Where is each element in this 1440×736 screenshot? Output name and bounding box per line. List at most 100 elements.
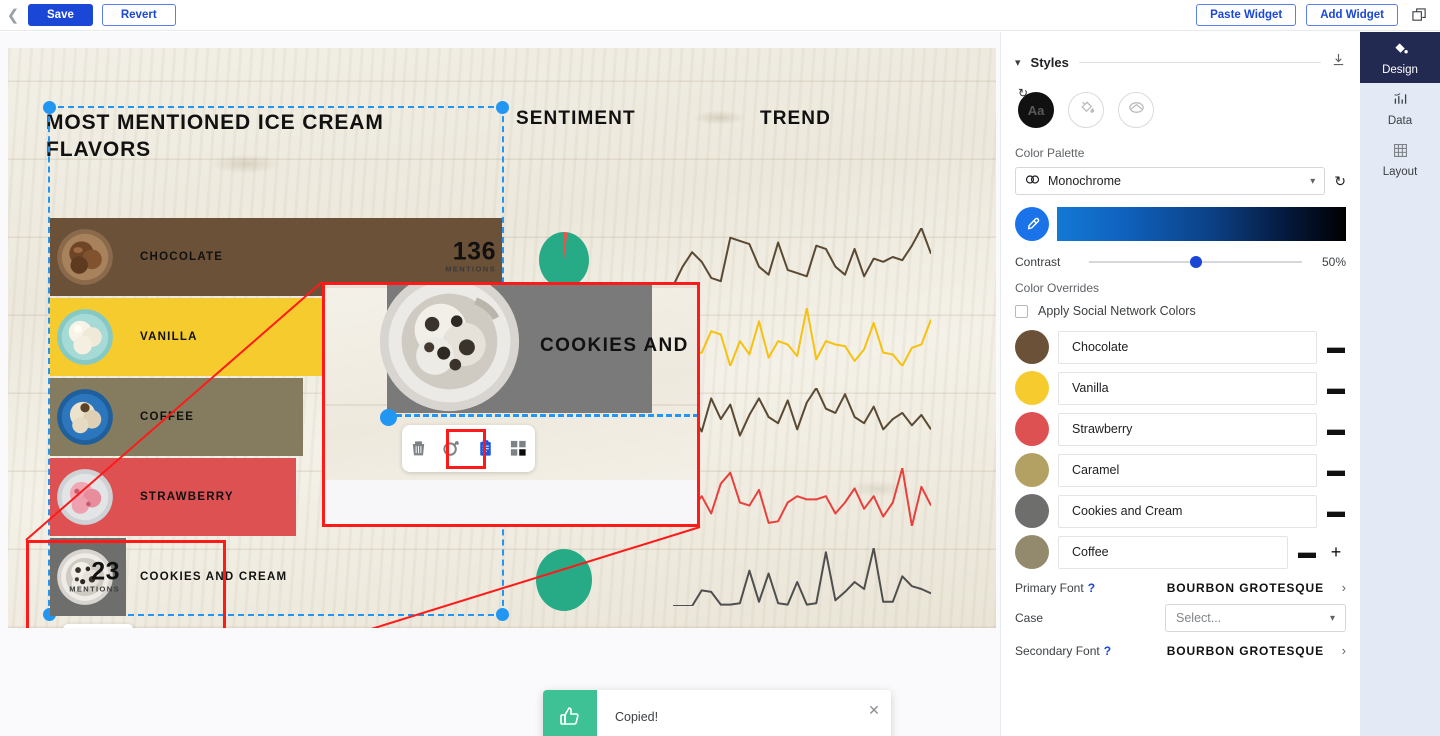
help-icon[interactable]: ? [1088,581,1095,595]
rail-tab-layout[interactable]: Layout [1360,134,1440,185]
color-overrides-label: Color Overrides [1015,281,1100,295]
color-override-input[interactable]: Strawberry [1058,412,1317,446]
minus-icon[interactable]: ▬ [1326,420,1346,438]
flavor-thumbnail [56,308,114,366]
layout-swap-icon[interactable] [505,436,531,462]
flavor-thumbnail [56,228,114,286]
apply-social-colors-checkbox[interactable] [1015,304,1028,318]
sentiment-pie [539,232,589,288]
minus-icon[interactable]: ▬ [1326,379,1346,397]
color-override-row: Caramel ▬ [1015,453,1346,487]
color-override-input[interactable]: Coffee [1058,535,1288,569]
gradient-preview-bar[interactable] [1057,207,1346,241]
style-tab-color[interactable] [1068,92,1104,128]
contrast-slider[interactable] [1089,256,1302,268]
minus-icon[interactable]: ▬ [1297,543,1317,561]
contrast-value: 50% [1321,255,1346,269]
contrast-slider-knob[interactable] [1189,256,1202,268]
trash-icon[interactable] [406,436,432,462]
right-rail: Design Data Layout [1360,32,1440,736]
style-tab-group: ↻ Aa [1018,86,1346,128]
style-tab-background[interactable] [1118,92,1154,128]
rail-tab-design[interactable]: Design [1360,32,1440,83]
case-select[interactable]: Select... ▾ [1165,604,1346,632]
minus-icon[interactable]: ▬ [1326,338,1346,356]
row-mini-toolbar[interactable] [63,624,133,628]
zoom-callout-panel[interactable]: COOKIES AND [322,282,700,527]
gradient-row [1015,207,1346,241]
color-override-input[interactable]: Vanilla [1058,371,1317,405]
secondary-font-row[interactable]: Secondary Font ? BOURBON GROTESQUE › [1015,643,1346,658]
color-override-list: Chocolate ▬ Vanilla ▬ Strawberry ▬ Caramel ▬ Coo… [1015,330,1346,569]
reset-styles-icon[interactable]: ↻ [1018,86,1028,100]
back-chevron-icon[interactable]: ❮ [0,0,26,31]
paste-widget-button[interactable]: Paste Widget [1196,4,1297,26]
trend-sparkline [673,388,931,446]
infographic-board[interactable]: MOST MENTIONED ICE CREAM FLAVORS SENTIME… [8,48,996,628]
expand-icon[interactable] [1408,4,1430,26]
callout-row-toolbar[interactable] [402,425,535,472]
color-swatch[interactable] [1015,330,1049,364]
secondary-font-value: BOURBON GROTESQUE [1166,643,1324,658]
help-icon[interactable]: ? [1104,644,1111,658]
download-icon[interactable] [1331,52,1346,72]
flavor-count-group: 136 MENTIONS [445,237,496,274]
save-button[interactable]: Save [28,4,93,26]
reset-palette-icon[interactable]: ↻ [1334,173,1346,190]
bar-chart-icon [1392,91,1409,111]
case-label: Case [1015,611,1044,625]
color-palette-label: Color Palette [1015,146,1085,160]
typography-icon: Aa [1027,102,1045,118]
color-swatch[interactable] [1015,412,1049,446]
revert-button[interactable]: Revert [101,4,176,26]
minus-icon[interactable]: ▬ [1326,461,1346,479]
resize-handle-tr[interactable] [496,101,509,114]
trend-sparkline [673,308,931,366]
trend-sparkline [673,228,931,286]
flavor-mention-count: 136 [452,237,496,266]
rail-tab-data[interactable]: Data [1360,83,1440,134]
duplicate-icon[interactable] [439,436,465,462]
callout-bottom-strip [325,480,697,524]
color-override-input[interactable]: Cookies and Cream [1058,494,1317,528]
sentiment-pie [536,549,592,611]
canvas-area[interactable]: MOST MENTIONED ICE CREAM FLAVORS SENTIME… [0,32,1008,736]
link-rings-icon [1025,174,1040,188]
flavor-label: STRAWBERRY [140,491,234,503]
apply-social-colors-label: Apply Social Network Colors [1038,304,1196,318]
design-diamond-icon [1392,40,1409,60]
toast-notification[interactable]: Copied! ✕ [543,690,891,736]
flavor-label: COFFEE [140,411,195,423]
apply-social-colors-row[interactable]: Apply Social Network Colors [1015,304,1346,318]
color-override-input[interactable]: Chocolate [1058,330,1317,364]
thumbs-up-icon [543,690,597,736]
source-highlight-box [26,540,226,628]
primary-font-row[interactable]: Primary Font ? BOURBON GROTESQUE › [1015,580,1346,595]
trend-sparkline [673,468,931,526]
color-override-row: Vanilla ▬ [1015,371,1346,405]
chevron-right-icon[interactable]: › [1324,580,1346,595]
minus-icon[interactable]: ▬ [1326,502,1346,520]
page-title: MOST MENTIONED ICE CREAM FLAVORS [46,111,384,161]
chevron-down-icon: ▾ [1329,612,1335,624]
column-header-sentiment: SENTIMENT [516,108,636,129]
case-row: Case Select... ▾ [1015,604,1346,632]
plus-icon[interactable]: + [1326,543,1346,561]
callout-resize-handle[interactable] [380,409,397,426]
palette-select[interactable]: Monochrome ▾ [1015,167,1326,195]
clipboard-copy-icon[interactable] [472,435,499,462]
toast-message: Copied! [615,710,659,724]
color-swatch[interactable] [1015,371,1049,405]
close-icon[interactable]: ✕ [857,690,891,736]
chevron-right-icon[interactable]: › [1324,643,1346,658]
flavor-thumbnail [56,468,114,526]
eyedropper-icon[interactable] [1015,207,1049,241]
add-widget-button[interactable]: Add Widget [1306,4,1398,26]
color-swatch[interactable] [1015,494,1049,528]
color-swatch[interactable] [1015,535,1049,569]
color-swatch[interactable] [1015,453,1049,487]
paint-bucket-icon [1077,98,1096,122]
color-override-input[interactable]: Caramel [1058,453,1317,487]
chevron-down-icon[interactable]: ▾ [1015,56,1021,69]
mentions-label: MENTIONS [445,264,496,274]
